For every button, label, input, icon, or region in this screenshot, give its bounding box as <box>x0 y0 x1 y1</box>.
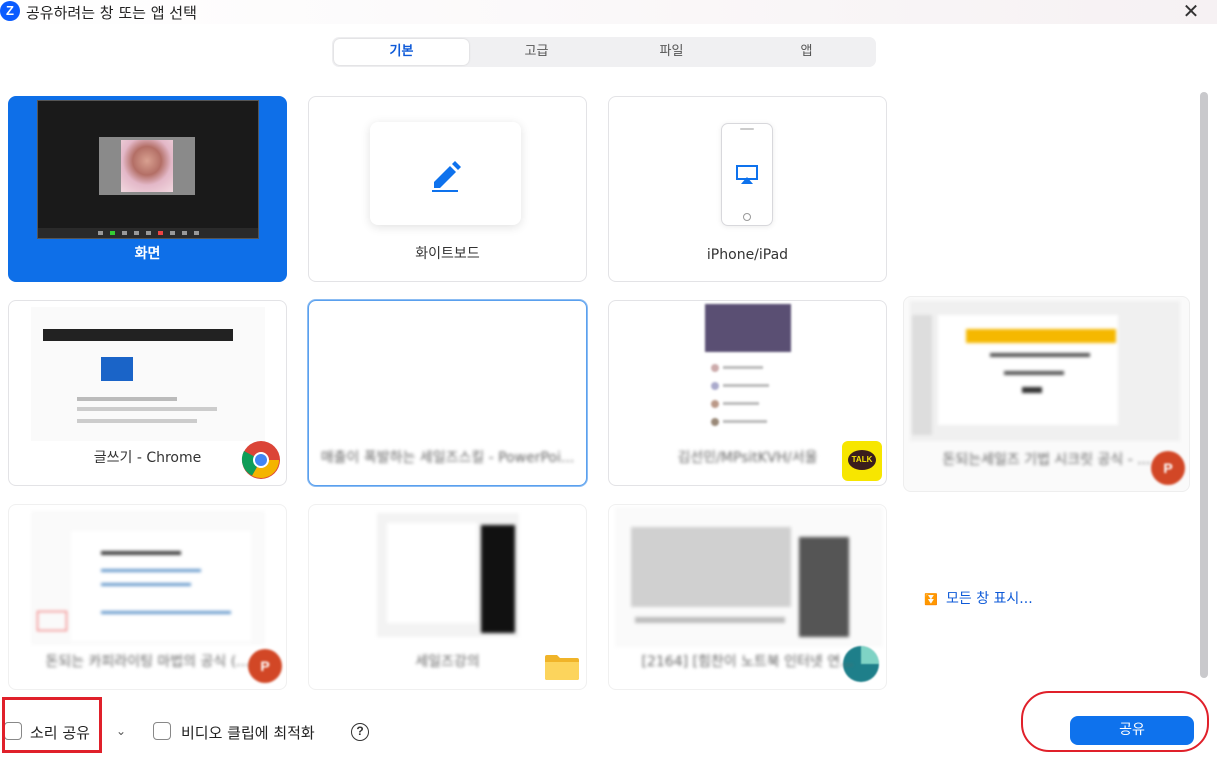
chrome-window-thumbnail <box>31 307 265 441</box>
window-title: 공유하려는 창 또는 앱 선택 <box>26 4 197 22</box>
share-card-powerpoint-copy[interactable]: P 돈되는 카피라이팅 마법의 공식 (... <box>8 504 287 690</box>
card-label: iPhone/iPad <box>706 247 789 263</box>
tab-basic[interactable]: 기본 <box>334 39 469 65</box>
optimize-video-checkbox[interactable] <box>153 722 171 740</box>
share-card-chrome[interactable]: 글쓰기 - Chrome <box>8 300 287 486</box>
optimize-video-label: 비디오 클립에 최적화 <box>181 724 315 742</box>
chevron-down-icon[interactable]: ⌄ <box>116 724 126 738</box>
card-label: 매출이 폭발하는 세일즈스킬 - PowerPoi... <box>320 450 575 466</box>
video-window-thumbnail <box>615 507 883 647</box>
highlight-rectangle <box>2 697 102 753</box>
title-bar: Z 공유하려는 창 또는 앱 선택 ✕ <box>0 0 1217 24</box>
tab-advanced[interactable]: 고급 <box>469 39 604 65</box>
powerpoint-thumbnail <box>910 301 1180 441</box>
kakaotalk-thumbnail <box>705 304 791 444</box>
share-card-kakaotalk[interactable]: TALK 김선민/MPsitKVH/서울 <box>608 300 887 486</box>
share-card-screen[interactable]: 화면 <box>8 96 287 282</box>
help-icon[interactable]: ? <box>351 723 369 741</box>
card-label: 화면 <box>134 246 161 262</box>
expand-down-icon: ⏬ <box>924 593 938 606</box>
tab-apps[interactable]: 앱 <box>739 39 874 65</box>
highlight-oval <box>1021 691 1209 752</box>
photo-thumbnail <box>121 140 173 192</box>
phone-icon <box>721 123 773 226</box>
zoom-logo-icon: Z <box>0 1 20 21</box>
show-all-windows-link[interactable]: ⏬ 모든 창 표시... <box>924 588 1033 608</box>
share-card-whiteboard[interactable]: 화이트보드 <box>308 96 587 282</box>
card-label: 돈되는세일즈 기법 시크릿 공식 - ... <box>942 452 1151 468</box>
share-card-sales-lecture-folder[interactable]: 세일즈강의 <box>308 504 587 690</box>
whiteboard-preview <box>370 122 521 225</box>
card-label: 김선민/MPsitKVH/서울 <box>677 450 818 466</box>
screen-thumbnail <box>37 100 259 239</box>
scrollbar[interactable] <box>1200 92 1208 678</box>
share-card-powerpoint-secret[interactable]: P 돈되는세일즈 기법 시크릿 공식 - ... <box>903 296 1190 492</box>
airplay-icon <box>736 165 758 184</box>
share-card-laptop-video[interactable]: [2164] [힘찬이 노트북 인터넷 연... <box>608 504 887 690</box>
tab-files[interactable]: 파일 <box>604 39 739 65</box>
share-card-powerpoint-sales[interactable]: 매출이 폭발하는 세일즈스킬 - PowerPoi... <box>308 300 587 486</box>
card-label: 돈되는 카피라이팅 마법의 공식 (... <box>45 654 250 670</box>
card-label: 세일즈강의 <box>415 654 480 670</box>
show-all-label: 모든 창 표시... <box>946 591 1033 607</box>
tab-bar: 기본 고급 파일 앱 <box>332 37 876 67</box>
card-label: 글쓰기 - Chrome <box>93 450 202 466</box>
powerpoint-copy-thumbnail <box>31 511 265 645</box>
card-label: [2164] [힘찬이 노트북 인터넷 연... <box>641 654 854 670</box>
close-button[interactable]: ✕ <box>1179 0 1203 24</box>
pen-icon <box>432 161 461 192</box>
folder-window-thumbnail <box>377 513 519 637</box>
share-card-iphone-ipad[interactable]: iPhone/iPad <box>608 96 887 282</box>
card-label: 화이트보드 <box>415 246 480 262</box>
